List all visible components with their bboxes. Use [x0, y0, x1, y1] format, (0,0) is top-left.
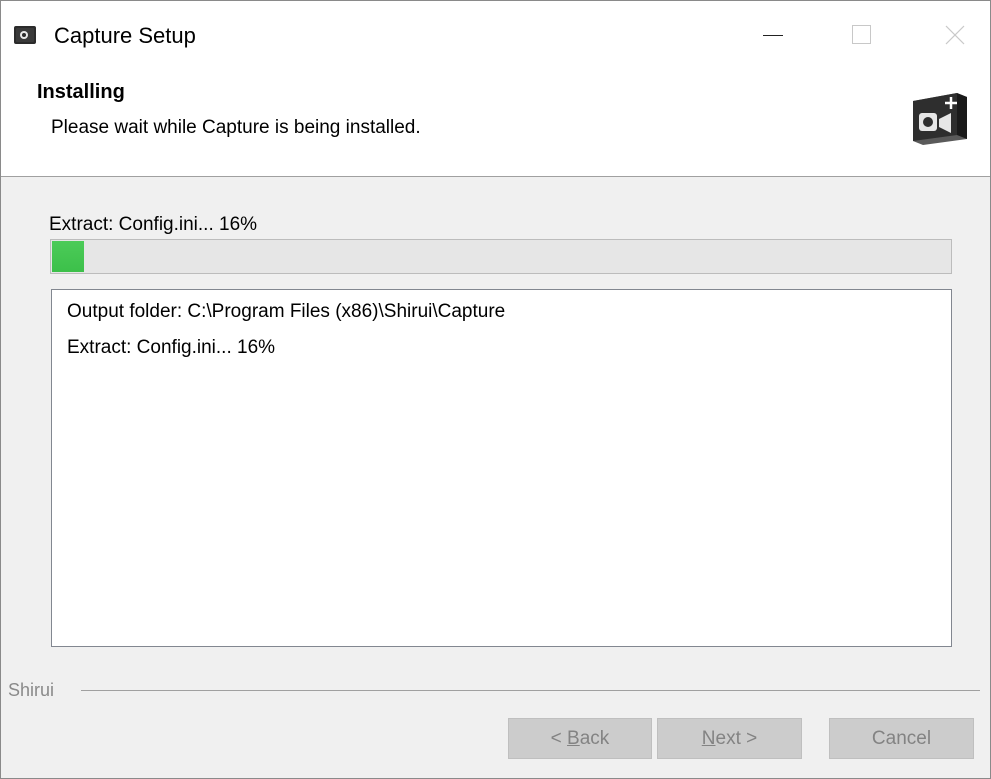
- installer-window: Capture Setup Installing Please wait whi…: [0, 0, 991, 779]
- close-button[interactable]: [923, 1, 989, 69]
- next-button[interactable]: Next >: [657, 718, 802, 759]
- maximize-button[interactable]: [831, 1, 897, 69]
- minimize-button[interactable]: [741, 1, 807, 69]
- page-title: Installing: [37, 81, 125, 103]
- title-bar: Capture Setup: [1, 1, 990, 71]
- branding-divider: [81, 690, 980, 691]
- progress-fill: [52, 241, 84, 272]
- install-progress-bar: [50, 239, 952, 274]
- installer-header: Installing Please wait while Capture is …: [1, 71, 990, 177]
- log-line: Output folder: C:\Program Files (x86)\Sh…: [67, 301, 506, 322]
- install-log[interactable]: Output folder: C:\Program Files (x86)\Sh…: [51, 289, 952, 647]
- branding-text: Shirui: [8, 678, 61, 702]
- window-title: Capture Setup: [54, 23, 196, 48]
- cancel-button[interactable]: Cancel: [829, 718, 974, 759]
- capture-camera-icon: [913, 93, 967, 145]
- page-subtitle: Please wait while Capture is being insta…: [51, 117, 421, 138]
- app-icon: [14, 26, 36, 44]
- progress-status-text: Extract: Config.ini... 16%: [49, 214, 258, 235]
- log-line: Extract: Config.ini... 16%: [67, 337, 276, 358]
- back-button[interactable]: < Back: [508, 718, 652, 759]
- close-icon: [945, 25, 965, 45]
